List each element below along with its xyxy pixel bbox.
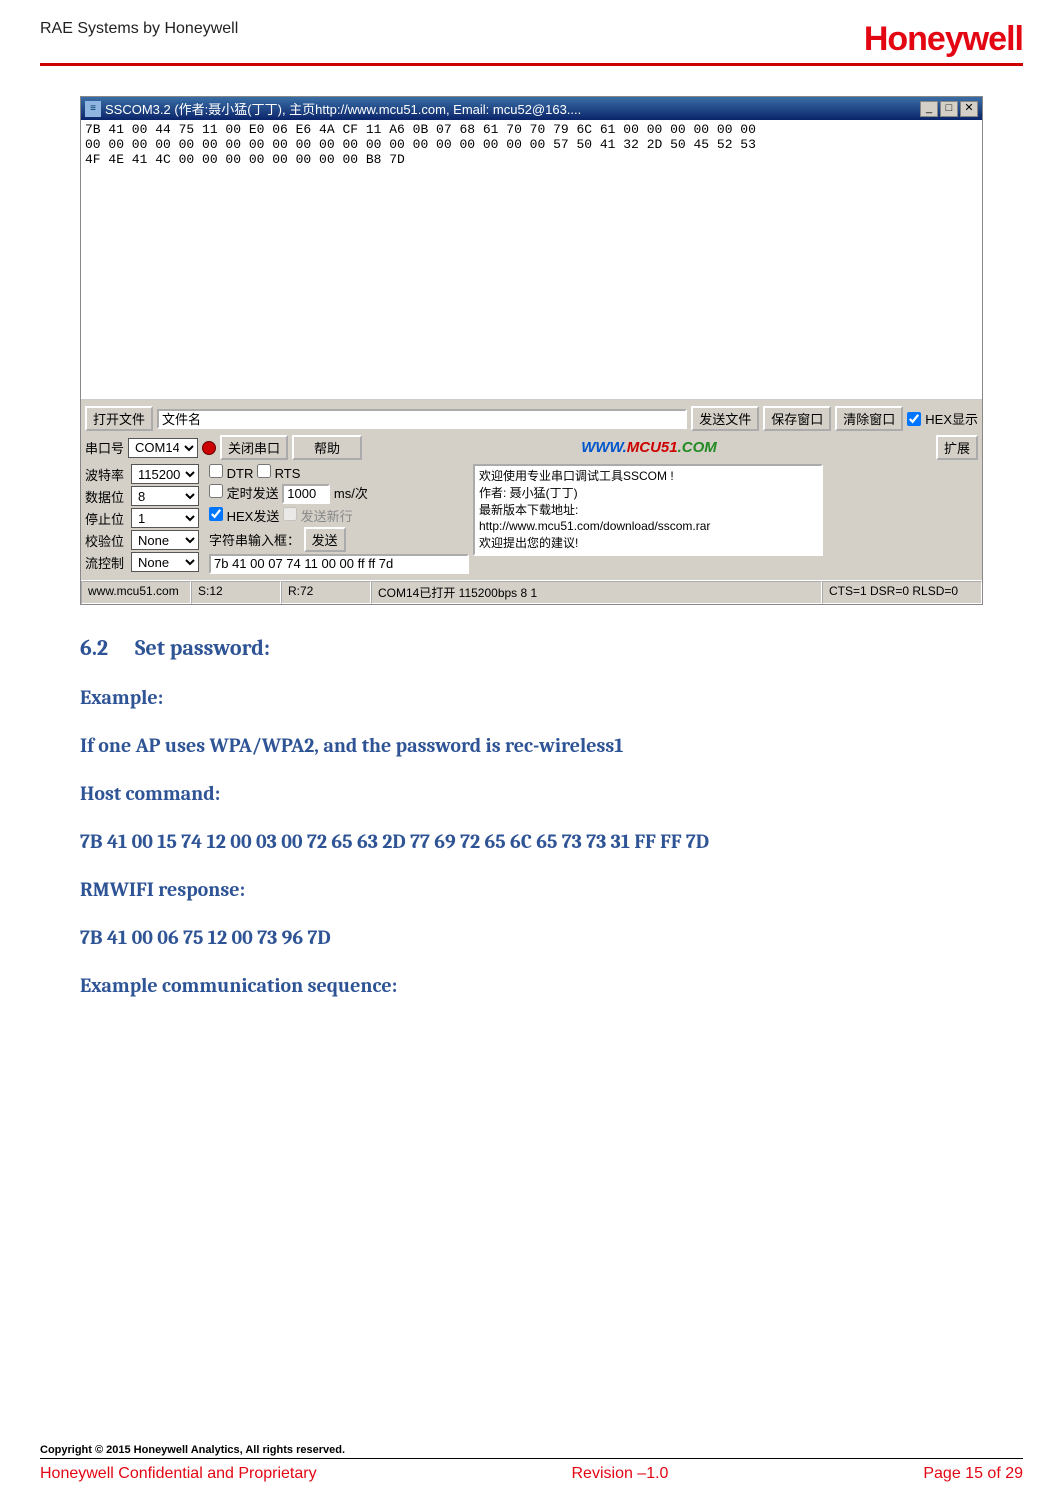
timed-send-label: 定时发送	[227, 486, 279, 501]
status-recv: R:72	[281, 581, 371, 604]
hex-send-label: HEX发送	[227, 509, 280, 524]
copyright-text: Copyright © 2015 Honeywell Analytics, Al…	[40, 1444, 1023, 1459]
hex-send-checkbox[interactable]	[209, 507, 223, 521]
parity-label: 校验位	[85, 531, 127, 550]
dtr-checkbox[interactable]	[209, 464, 223, 478]
page-footer: Copyright © 2015 Honeywell Analytics, Al…	[40, 1444, 1023, 1483]
cmd-input-label: 字符串输入框：	[209, 533, 300, 548]
section-heading: 6.2Set password:	[80, 635, 983, 661]
doc-line: 7B 41 00 06 75 12 00 73 96 7D	[80, 919, 983, 957]
sscom-screenshot: ≡ SSCOM3.2 (作者:聂小猛(丁丁), 主页http://www.mcu…	[80, 96, 983, 605]
maximize-button[interactable]: □	[940, 101, 958, 117]
status-signals: CTS=1 DSR=0 RLSD=0	[822, 581, 982, 604]
open-file-button[interactable]: 打开文件	[85, 406, 153, 431]
status-url: www.mcu51.com	[81, 581, 191, 604]
window-title: SSCOM3.2 (作者:聂小猛(丁丁), 主页http://www.mcu51…	[105, 99, 920, 118]
doc-line: 7B 41 00 15 74 12 00 03 00 72 65 63 2D 7…	[80, 823, 983, 861]
mcu51-link[interactable]: WWW.MCU51.COM	[366, 439, 932, 456]
send-newline-checkbox	[283, 507, 297, 521]
rts-checkbox[interactable]	[257, 464, 271, 478]
save-window-button[interactable]: 保存窗口	[763, 406, 831, 431]
page-header: RAE Systems by Honeywell Honeywell	[40, 20, 1023, 66]
interval-input[interactable]	[282, 484, 330, 504]
doc-line: Host command:	[80, 775, 983, 813]
send-file-button[interactable]: 发送文件	[691, 406, 759, 431]
titlebar: ≡ SSCOM3.2 (作者:聂小猛(丁丁), 主页http://www.mcu…	[81, 97, 982, 120]
baud-label: 波特率	[85, 465, 127, 484]
flowctrl-label: 流控制	[85, 553, 127, 572]
minimize-button[interactable]: _	[920, 101, 938, 117]
welcome-info: 欢迎使用专业串口调试工具SSCOM ! 作者: 聂小猛(丁丁) 最新版本下载地址…	[473, 464, 823, 556]
doc-line: Example:	[80, 679, 983, 717]
clear-window-button[interactable]: 清除窗口	[835, 406, 903, 431]
flowctrl-select[interactable]: None	[131, 552, 199, 572]
doc-line: If one AP uses WPA/WPA2, and the passwor…	[80, 727, 983, 765]
expand-button[interactable]: 扩展	[936, 435, 978, 460]
footer-right: Page 15 of 29	[923, 1465, 1023, 1483]
cmd-input[interactable]	[209, 554, 469, 574]
document-body: 6.2Set password: Example: If one AP uses…	[80, 635, 983, 1005]
hex-display-label: HEX显示	[925, 409, 978, 428]
doc-line: RMWIFI response:	[80, 871, 983, 909]
section-number: 6.2	[80, 635, 135, 661]
status-sent: S:12	[191, 581, 281, 604]
hex-output-area[interactable]: 7B 41 00 44 75 11 00 E0 06 E6 4A CF 11 A…	[81, 120, 982, 400]
parity-select[interactable]: None	[131, 530, 199, 550]
send-button[interactable]: 发送	[304, 527, 346, 552]
stopbits-label: 停止位	[85, 509, 127, 528]
doc-line: Example communication sequence:	[80, 967, 983, 1005]
close-port-button[interactable]: 关闭串口	[220, 435, 288, 460]
timed-send-checkbox[interactable]	[209, 484, 223, 498]
status-bar: www.mcu51.com S:12 R:72 COM14已打开 115200b…	[81, 580, 982, 604]
rts-label: RTS	[275, 466, 301, 481]
control-panel: 打开文件 发送文件 保存窗口 清除窗口 HEX显示 串口号 COM14 关闭串口…	[81, 400, 982, 580]
honeywell-logo: Honeywell	[864, 20, 1023, 59]
databits-select[interactable]: 8	[131, 486, 199, 506]
close-button[interactable]: ✕	[960, 101, 978, 117]
dtr-label: DTR	[227, 466, 254, 481]
filename-input[interactable]	[157, 409, 687, 429]
help-button[interactable]: 帮助	[292, 435, 362, 460]
port-label: 串口号	[85, 438, 124, 457]
app-icon: ≡	[85, 101, 101, 117]
header-left-text: RAE Systems by Honeywell	[40, 20, 238, 38]
stopbits-select[interactable]: 1	[131, 508, 199, 528]
hex-display-checkbox[interactable]	[907, 412, 921, 426]
interval-unit: ms/次	[334, 486, 368, 501]
status-port: COM14已打开 115200bps 8 1	[371, 581, 822, 604]
footer-left: Honeywell Confidential and Proprietary	[40, 1465, 317, 1483]
record-led-icon	[202, 441, 216, 455]
section-title: Set password:	[135, 635, 270, 661]
footer-center: Revision –1.0	[572, 1465, 669, 1483]
send-newline-label: 发送新行	[301, 509, 353, 524]
databits-label: 数据位	[85, 487, 127, 506]
port-select[interactable]: COM14	[128, 438, 198, 458]
baud-select[interactable]: 115200	[131, 464, 199, 484]
